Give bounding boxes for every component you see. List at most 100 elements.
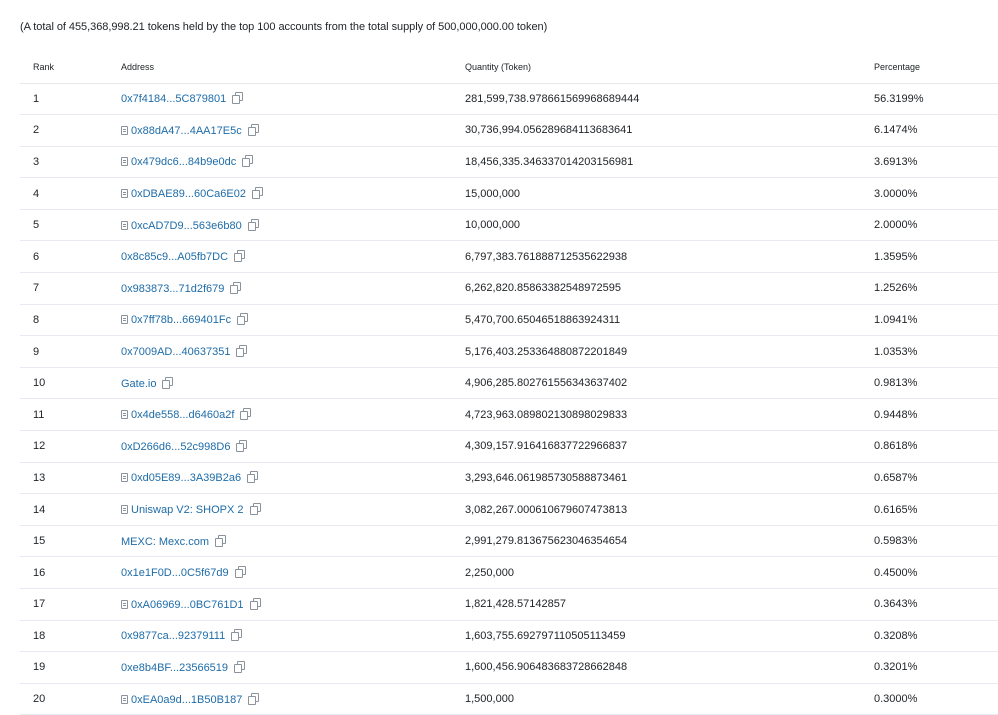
quantity-cell: 2,250,000 [465, 556, 874, 589]
rank-cell: 8 [20, 304, 121, 337]
table-row: 17 0xA06969...0BC761D1 1,821,428.57142857 0… [20, 588, 998, 621]
quantity-cell: 5,176,403.253364880872201849 [465, 335, 874, 368]
quantity-cell: 6,262,820.85863382548972595 [465, 272, 874, 305]
address-link[interactable]: 0x88dA47...4AA17E5c [131, 125, 242, 137]
header-percentage: Percentage [874, 52, 998, 84]
quantity-cell: 1,500,000 [465, 683, 874, 715]
address-cell: 0x88dA47...4AA17E5c [121, 114, 465, 147]
percentage-cell: 1.0941% [874, 304, 998, 337]
rank-cell: 6 [20, 240, 121, 274]
table-row: 18 0x9877ca...92379111 1,603,755.692797110… [20, 620, 998, 653]
copy-icon[interactable] [248, 692, 260, 705]
rank-cell: 7 [20, 272, 121, 305]
address-cell: 0x7f4184...5C879801 [121, 83, 465, 116]
rank-cell: 4 [20, 177, 121, 210]
rank-cell: 16 [20, 556, 121, 589]
copy-icon[interactable] [249, 597, 261, 610]
address-link[interactable]: 0x8c85c9...A05fb7DC [121, 251, 228, 263]
file-contract-icon [121, 315, 128, 325]
table-row: 7 0x983873...71d2f679 6,262,820.8586338254… [20, 272, 998, 305]
quantity-cell: 4,906,285.802761556343637402 [465, 367, 874, 400]
address-cell: MEXC: Mexc.com [121, 525, 465, 558]
copy-icon[interactable] [247, 218, 259, 231]
rank-cell: 15 [20, 525, 121, 558]
rank-cell: 20 [20, 683, 121, 715]
copy-icon[interactable] [232, 92, 244, 105]
copy-icon[interactable] [251, 187, 263, 200]
address-link[interactable]: 0xD266d6...52c998D6 [121, 441, 230, 453]
file-contract-icon [121, 220, 128, 230]
address-cell: 0xcAD7D9...563e6b80 [121, 209, 465, 242]
percentage-cell: 0.6165% [874, 493, 998, 526]
address-link[interactable]: 0x1e1F0D...0C5f67d9 [121, 567, 229, 579]
address-link[interactable]: 0xe8b4BF...23566519 [121, 662, 228, 674]
address-link[interactable]: 0x983873...71d2f679 [121, 283, 224, 295]
quantity-cell: 4,723,963.089802130898029833 [465, 398, 874, 432]
copy-icon[interactable] [247, 123, 259, 136]
address-link[interactable]: Gate.io [121, 378, 156, 390]
rank-cell: 19 [20, 651, 121, 684]
address-cell: 0x7009AD...40637351 [121, 335, 465, 368]
table-header-row: Rank Address Quantity (Token) Percentage [20, 52, 998, 84]
rank-cell: 3 [20, 146, 121, 179]
address-link[interactable]: 0x479dc6...84b9e0dc [131, 156, 236, 168]
copy-icon[interactable] [237, 313, 249, 326]
address-link[interactable]: 0x7f4184...5C879801 [121, 93, 226, 105]
address-link[interactable]: 0xA06969...0BC761D1 [131, 599, 244, 611]
copy-icon[interactable] [249, 503, 261, 516]
table-row: 9 0x7009AD...40637351 5,176,403.2533648808… [20, 335, 998, 368]
copy-icon[interactable] [236, 439, 248, 452]
token-holders-table: Rank Address Quantity (Token) Percentage… [20, 52, 998, 715]
address-link[interactable]: 0xEA0a9d...1B50B187 [131, 694, 242, 706]
address-link[interactable]: Uniswap V2: SHOPX 2 [131, 504, 244, 516]
quantity-cell: 4,309,157.916416837722966837 [465, 430, 874, 463]
copy-icon[interactable] [247, 471, 259, 484]
quantity-cell: 30,736,994.056289684113683641 [465, 114, 874, 147]
percentage-cell: 1.2526% [874, 272, 998, 305]
copy-icon[interactable] [242, 155, 254, 168]
quantity-cell: 1,821,428.57142857 [465, 588, 874, 621]
quantity-cell: 1,603,755.692797110505113459 [465, 620, 874, 653]
rank-cell: 17 [20, 588, 121, 621]
copy-icon[interactable] [234, 566, 246, 579]
quantity-cell: 1,600,456.906483683728662848 [465, 651, 874, 684]
copy-icon[interactable] [230, 281, 242, 294]
address-link[interactable]: 0xd05E89...3A39B2a6 [131, 472, 241, 484]
address-link[interactable]: 0x7009AD...40637351 [121, 346, 230, 358]
table-row: 11 0x4de558...d6460a2f 4,723,963.089802130… [20, 398, 998, 432]
table-row: 8 0x7ff78b...669401Fc 5,470,700.6504651886… [20, 304, 998, 337]
table-row: 13 0xd05E89...3A39B2a6 3,293,646.061985730… [20, 462, 998, 495]
table-row: 12 0xD266d6...52c998D6 4,309,157.916416837… [20, 430, 998, 463]
copy-icon[interactable] [234, 660, 246, 673]
address-link[interactable]: MEXC: Mexc.com [121, 536, 209, 548]
file-contract-icon [121, 505, 128, 515]
address-cell: 0x479dc6...84b9e0dc [121, 146, 465, 179]
copy-icon[interactable] [162, 376, 174, 389]
address-cell: 0xA06969...0BC761D1 [121, 588, 465, 621]
percentage-cell: 0.3201% [874, 651, 998, 684]
copy-icon[interactable] [236, 345, 248, 358]
address-cell: 0x9877ca...92379111 [121, 620, 465, 653]
address-link[interactable]: 0x4de558...d6460a2f [131, 409, 234, 421]
address-link[interactable]: 0x9877ca...92379111 [121, 630, 225, 642]
header-rank: Rank [20, 52, 121, 84]
file-contract-icon [121, 125, 128, 135]
copy-icon[interactable] [240, 408, 252, 421]
rank-cell: 5 [20, 209, 121, 242]
table-row: 4 0xDBAE89...60Ca6E02 15,000,000 3.0000% [20, 177, 998, 210]
percentage-cell: 0.5983% [874, 525, 998, 558]
address-cell: 0xDBAE89...60Ca6E02 [121, 177, 465, 210]
copy-icon[interactable] [215, 534, 227, 547]
copy-icon[interactable] [234, 250, 246, 263]
address-link[interactable]: 0x7ff78b...669401Fc [131, 314, 231, 326]
address-link[interactable]: 0xcAD7D9...563e6b80 [131, 220, 242, 232]
rank-cell: 9 [20, 335, 121, 368]
percentage-cell: 3.0000% [874, 177, 998, 210]
copy-icon[interactable] [231, 629, 243, 642]
rank-cell: 12 [20, 430, 121, 463]
table-body: 1 0x7f4184...5C879801 281,599,738.97866156… [20, 83, 998, 715]
rank-cell: 14 [20, 493, 121, 526]
quantity-cell: 2,991,279.813675623046354654 [465, 525, 874, 558]
address-link[interactable]: 0xDBAE89...60Ca6E02 [131, 188, 246, 200]
quantity-cell: 18,456,335.346337014203156981 [465, 146, 874, 179]
